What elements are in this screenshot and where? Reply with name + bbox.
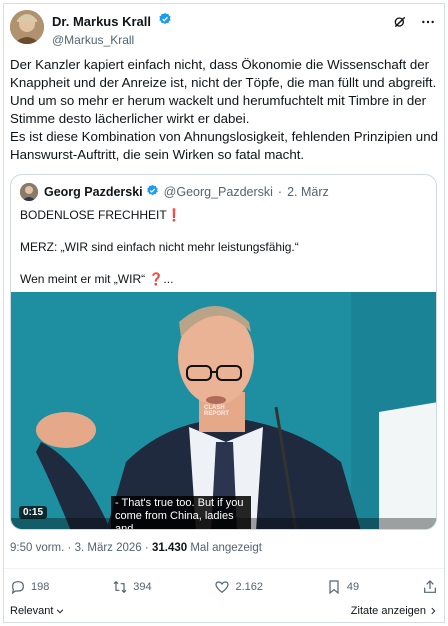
tweet-date[interactable]: 3. März 2026: [75, 542, 142, 554]
question-icon: ❓: [148, 272, 164, 286]
caption-line-1: - That's true too. But if you: [115, 497, 244, 509]
quoted-line-1: BODENLOSE FRECHHEIT❗: [20, 207, 425, 223]
reply-button[interactable]: 198: [10, 579, 49, 595]
quoted-date: 2. März: [287, 185, 329, 199]
view-quotes-link[interactable]: Zitate anzeigen: [351, 605, 438, 617]
tweet-text: Der Kanzler kapiert einfach nicht, dass …: [10, 56, 440, 164]
sort-label: Relevant: [10, 605, 54, 617]
repost-icon: [113, 580, 127, 594]
video-player[interactable]: CLASH REPORT - That's true too. But if y…: [11, 292, 436, 530]
share-button[interactable]: [422, 579, 438, 595]
author-display-name[interactable]: Dr. Markus Krall: [52, 14, 151, 29]
like-button[interactable]: 2.162: [214, 579, 263, 595]
tweet-actions: 198 394 2.162 49: [10, 577, 438, 597]
quoted-tweet-header: Georg Pazderski @Georg_Pazderski · 2. Mä…: [20, 183, 329, 201]
share-icon: [424, 580, 436, 593]
more-icon[interactable]: [420, 14, 436, 30]
verified-badge-icon: [146, 184, 159, 200]
video-caption: - That's true too. But if you come from …: [111, 496, 251, 530]
timestamp-separator: ·: [144, 542, 149, 554]
view-quotes-label: Zitate anzeigen: [350, 605, 426, 617]
view-count-label: Mal angezeigt: [190, 542, 262, 554]
like-count: 2.162: [235, 581, 263, 593]
author-avatar[interactable]: [10, 10, 44, 44]
reply-icon: [11, 581, 24, 595]
quoted-author-name: Georg Pazderski: [44, 185, 143, 199]
quoted-line-1-text: BODENLOSE FRECHHEIT: [20, 208, 167, 222]
quoted-line-3: Wen meint er mit „WIR“ ❓...: [20, 271, 425, 287]
sort-dropdown[interactable]: Relevant: [10, 605, 65, 617]
tweet-text-line: Der Kanzler kapiert einfach nicht, dass …: [10, 57, 437, 90]
divider: [4, 568, 444, 569]
tweet-header: Dr. Markus Krall @Markus_Krall: [10, 10, 436, 48]
view-count: 31.430: [151, 542, 188, 554]
exclamation-icon: ❗: [166, 208, 182, 222]
heart-icon: [215, 581, 230, 594]
tweet-text-line: Es ist diese Kombination von Ahnungslosi…: [10, 129, 438, 162]
quoted-line-2: MERZ: „WIR sind einfach nicht mehr leist…: [20, 240, 299, 254]
bookmark-button[interactable]: 49: [326, 579, 359, 595]
tweet-timestamp: 9:50 vorm. · 3. März 2026 · 31.430 Mal a…: [10, 542, 262, 554]
video-watermark: CLASH REPORT: [204, 405, 229, 417]
tweet-text-line: Und um so mehr er herum wackelt und heru…: [10, 93, 427, 126]
quoted-line-3-tail: ...: [163, 272, 174, 286]
video-duration: 0:15: [19, 506, 48, 519]
repost-count: 394: [133, 581, 152, 593]
quoted-author-avatar: [20, 183, 38, 201]
grok-icon[interactable]: [392, 14, 408, 30]
bookmark-count: 49: [346, 581, 360, 593]
author-handle[interactable]: @Markus_Krall: [52, 33, 172, 47]
verified-badge-icon: [158, 12, 172, 31]
repost-button[interactable]: 394: [112, 579, 152, 595]
quoted-author-handle: @Georg_Pazderski: [163, 185, 273, 199]
chevron-right-icon: [431, 607, 436, 615]
bookmark-icon: [329, 580, 339, 595]
replies-footer: Relevant Zitate anzeigen: [10, 605, 438, 617]
header-icons: [392, 14, 436, 30]
tweet-detail: Dr. Markus Krall @Markus_Krall Der Kanzl…: [3, 3, 445, 623]
timestamp-separator: ·: [67, 542, 72, 554]
watermark-line-2: REPORT: [204, 411, 230, 417]
caption-line-2: come from China, ladies and: [115, 510, 234, 530]
chevron-down-icon: [57, 609, 64, 614]
author-info: Dr. Markus Krall @Markus_Krall: [52, 12, 172, 47]
quoted-tweet-text: BODENLOSE FRECHHEIT❗ MERZ: „WIR sind ein…: [20, 207, 425, 303]
reply-count: 198: [31, 581, 50, 593]
quoted-line-3-text: Wen meint er mit „WIR“: [20, 272, 146, 286]
quoted-tweet[interactable]: Georg Pazderski @Georg_Pazderski · 2. Mä…: [10, 174, 437, 530]
tweet-time[interactable]: 9:50 vorm.: [10, 542, 64, 554]
quoted-separator: ·: [277, 185, 283, 199]
